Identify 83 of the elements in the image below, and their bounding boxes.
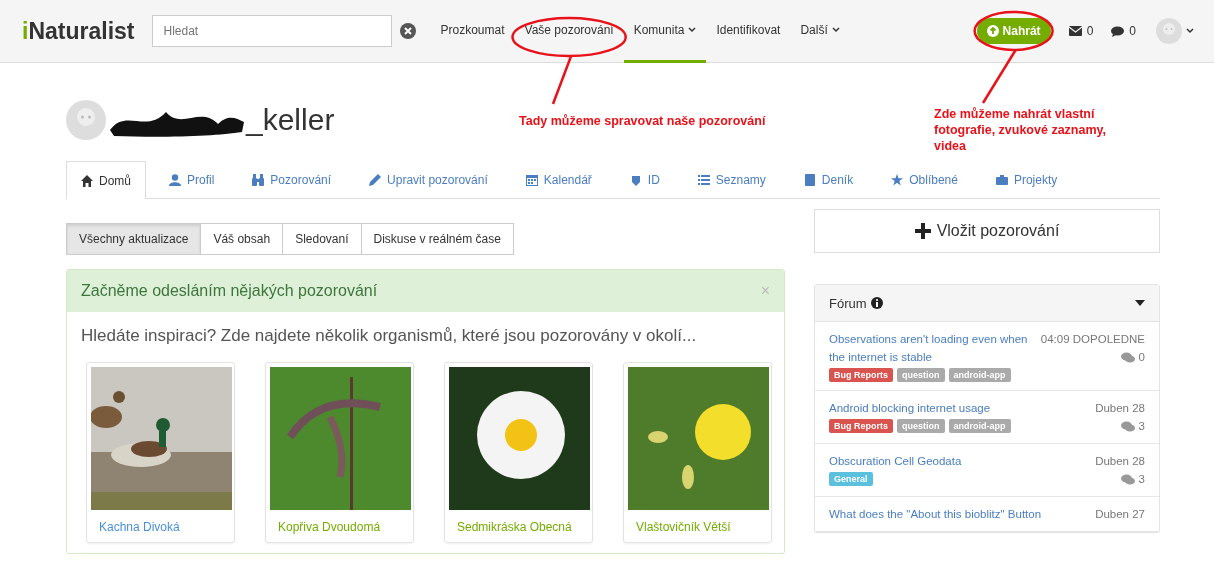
- topic-tag[interactable]: Bug Reports: [829, 368, 893, 382]
- caret-icon: [688, 26, 697, 33]
- forum-topic-link[interactable]: Observations aren't loading even when the internet is stable: [829, 330, 1029, 366]
- profile-tab[interactable]: Kalendář: [510, 161, 607, 198]
- organism-name[interactable]: Kopřiva Dvoudomá: [270, 510, 409, 538]
- chat-bubble-icon: [1111, 25, 1125, 37]
- profile-tab[interactable]: Domů: [66, 161, 146, 199]
- feed-tab[interactable]: Váš obsah: [200, 223, 284, 255]
- forum-topic-link[interactable]: What does the "About this bioblitz" Button: [829, 505, 1084, 523]
- organism-name[interactable]: Sedmikráska Obecná: [449, 510, 588, 538]
- profile-tab[interactable]: Deník: [788, 161, 869, 198]
- profile-tab[interactable]: Profil: [154, 161, 230, 198]
- post-date: Duben 27: [1095, 507, 1145, 522]
- forum-topic-link[interactable]: Obscuration Cell Geodata: [829, 452, 1084, 470]
- profile-tab[interactable]: Upravit pozorování: [354, 161, 503, 198]
- caret-icon: [1186, 28, 1194, 34]
- logo[interactable]: iNaturalist: [22, 17, 135, 45]
- star-icon: [891, 174, 904, 186]
- topic-tag[interactable]: Bug Reports: [829, 419, 893, 433]
- plus-icon: [914, 223, 931, 239]
- comment-count: 3: [1138, 419, 1145, 434]
- comment-count: 0: [1138, 350, 1145, 365]
- message-count: 0: [1086, 24, 1094, 38]
- add-observation-button[interactable]: Vložit pozorování: [814, 209, 1160, 253]
- avatar-icon: [66, 100, 106, 140]
- upload-button[interactable]: Nahrát: [976, 18, 1051, 44]
- nav-link[interactable]: Komunita: [623, 0, 707, 63]
- profile-tab[interactable]: Oblíbené: [876, 161, 973, 198]
- list-icon: [697, 174, 710, 186]
- caret-icon: [831, 26, 840, 33]
- info-icon: [870, 297, 883, 309]
- briefcase-icon: [995, 174, 1008, 186]
- home-icon: [81, 174, 93, 187]
- topic-tag[interactable]: question: [897, 419, 945, 433]
- feed-tab[interactable]: Všechny aktualizace: [66, 223, 202, 255]
- shield-icon: [629, 174, 642, 186]
- annotation-text: Tady můžeme spravovat naše pozorování: [519, 113, 766, 130]
- topic-tag[interactable]: question: [897, 368, 945, 382]
- feed-tab[interactable]: Sledovaní: [282, 223, 362, 255]
- annotation-line: [551, 55, 573, 105]
- profile-tab[interactable]: ID: [614, 161, 675, 198]
- comments-icon: [1120, 351, 1135, 363]
- profile-tab[interactable]: Projekty: [980, 161, 1073, 198]
- mail-icon: [1068, 26, 1082, 36]
- organism-card[interactable]: Kachna Divoká: [86, 362, 235, 543]
- organism-card[interactable]: Vlaštovičník Větší: [623, 362, 772, 543]
- upload-icon: [986, 25, 999, 37]
- topic-tag[interactable]: android-app: [948, 419, 1011, 433]
- search-field[interactable]: Hledat: [152, 15, 393, 47]
- nav-link[interactable]: Vaše pozorování: [514, 0, 624, 63]
- organism-name[interactable]: Kachna Divoká: [91, 510, 230, 538]
- comments-icon: [1120, 420, 1135, 432]
- clear-icon: [400, 23, 417, 39]
- caret-icon: [1135, 300, 1145, 306]
- annotation-text: Zde můžeme nahrát vlastní fotografie, zvukové zaznamy, videa: [934, 106, 1108, 154]
- avatar-icon: [1156, 18, 1182, 44]
- post-date: Duben 28: [1095, 454, 1145, 469]
- user-icon: [169, 174, 181, 186]
- nav-link[interactable]: Prozkoumat: [430, 0, 515, 63]
- post-date: 04:09 DOPOLEDNE: [1040, 332, 1145, 347]
- panel-title: Začněme odesláním nějakých pozorování: [81, 282, 378, 300]
- pencil-icon: [369, 174, 382, 186]
- post-date: Duben 28: [1095, 401, 1145, 416]
- organism-card[interactable]: Sedmikráska Obecná: [444, 362, 593, 543]
- panel-title: Fórum: [829, 295, 867, 311]
- book-icon: [803, 174, 816, 186]
- forum-topic-link[interactable]: Android blocking internet usage: [829, 399, 1084, 417]
- organism-card[interactable]: Kopřiva Dvoudomá: [265, 362, 414, 543]
- calendar-icon: [525, 174, 538, 186]
- binoculars-icon: [252, 174, 265, 186]
- organism-name[interactable]: Vlaštovičník Větší: [628, 510, 767, 538]
- username: _keller: [246, 103, 335, 137]
- nav-link[interactable]: Identifikovat: [706, 0, 791, 63]
- notification-count: 0: [1129, 24, 1136, 38]
- topic-tag[interactable]: android-app: [948, 368, 1011, 382]
- profile-tab[interactable]: Pozorování: [237, 161, 347, 198]
- feed-tab[interactable]: Diskuse v reálném čase: [360, 223, 514, 255]
- comment-count: 3: [1138, 472, 1145, 487]
- profile-tab[interactable]: Seznamy: [682, 161, 781, 198]
- comments-icon: [1120, 473, 1135, 485]
- annotation-line: [981, 49, 1017, 104]
- intro-text: Hledáte inspiraci? Zde najdete několik organismů, které jsou pozorovány v okolí...: [80, 325, 698, 347]
- nav-link[interactable]: Další: [790, 0, 850, 63]
